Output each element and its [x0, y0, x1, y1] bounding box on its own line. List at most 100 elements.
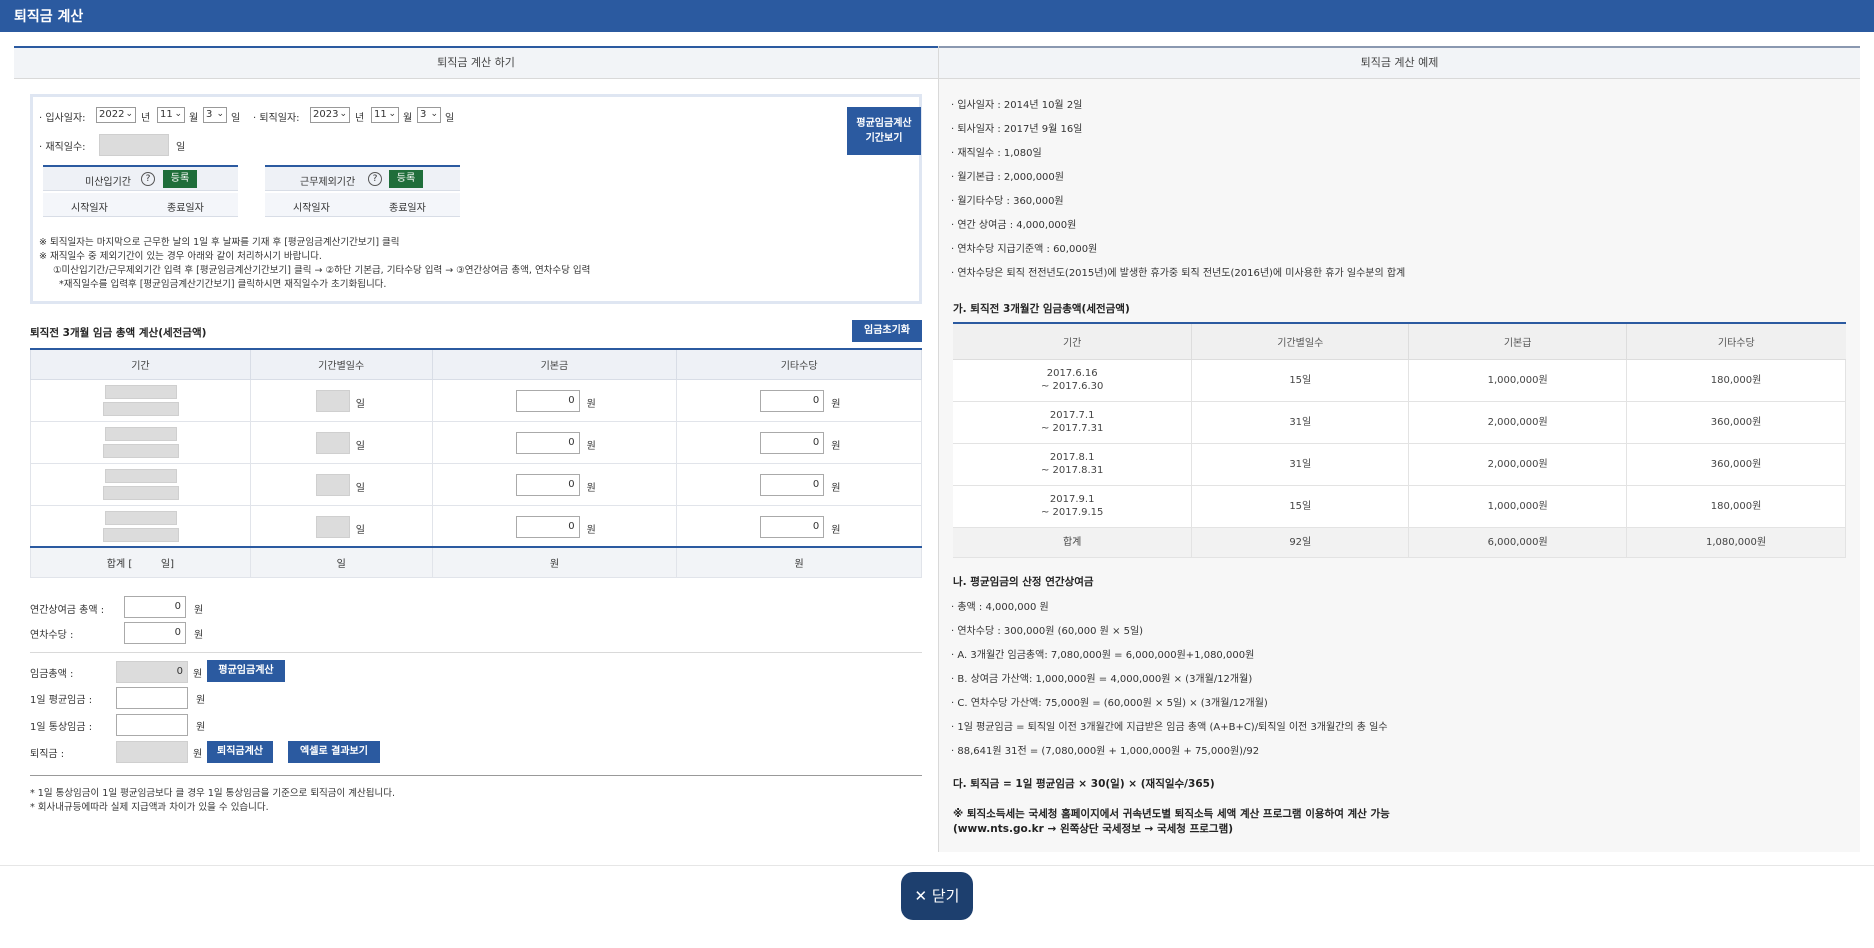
other-pay-input[interactable]: 0 [760, 389, 825, 412]
other-unit: 원 [831, 398, 841, 410]
leave-pay-label: 연차수당 : [30, 630, 74, 641]
period-cell: 2017.9.1 ~ 2017.9.15 [953, 485, 1193, 528]
period-start-field[interactable] [105, 510, 177, 525]
base-pay-input[interactable]: 0 [515, 389, 580, 412]
close-icon: ✕ [914, 887, 928, 905]
example-header: 퇴직금 계산 예제 [939, 46, 1860, 79]
divider [30, 652, 922, 653]
period-cell [30, 378, 251, 422]
calc-line: · B. 상여금 가산액: 1,000,000원 = 4,000,000원 × … [951, 674, 1253, 685]
severance-field[interactable] [116, 741, 188, 763]
close-button[interactable]: ✕ 닫기 [901, 872, 973, 920]
period-end-field[interactable] [103, 485, 179, 500]
footer-divider [0, 865, 1874, 866]
tenure-field[interactable] [99, 134, 169, 156]
period-end-field[interactable] [103, 527, 179, 542]
chevron-down-icon: ⌄ [339, 109, 347, 119]
days-field[interactable] [315, 515, 350, 538]
total-other-cell: 원 [676, 546, 922, 578]
join-year-select[interactable]: 2022 ⌄ [96, 107, 136, 123]
leave-date-label: · 퇴직일자: [253, 113, 300, 124]
base-pay-input[interactable]: 0 [515, 431, 580, 454]
exclude-period-register-button[interactable]: 등록 [163, 170, 197, 188]
other-pay-input[interactable]: 0 [760, 515, 825, 538]
avg-wage-calc-button[interactable]: 평균임금계산 [207, 660, 285, 682]
other-cell: 0원 [676, 420, 922, 464]
total-label: 합계 [ [106, 558, 133, 570]
period-cell [30, 504, 251, 548]
table-row: 2017.7.1 ~ 2017.7.31 31일 2,000,000원 360,0… [953, 401, 1846, 444]
chevron-down-icon: ⌄ [430, 109, 438, 119]
calc-line: · 1일 평균임금 = 퇴직일 이전 3개월간에 지급받은 임금 총액 (A+B… [951, 722, 1388, 733]
table-row: 일 0원 0원 [30, 378, 922, 422]
base-unit: 원 [586, 482, 596, 494]
excel-result-button[interactable]: 엑셀로 결과보기 [288, 741, 380, 763]
leave-day-select[interactable]: 3 ⌄ [417, 107, 441, 123]
period-end-field[interactable] [103, 443, 179, 458]
days-cell: 일 [249, 378, 433, 422]
exclude-period-subhead: 시작일자 종료일자 [43, 193, 238, 217]
severance-label: 퇴직금 : [30, 749, 65, 760]
period-start: 2017.8.1 [1049, 452, 1095, 463]
instruction-note: ※ 재직일수 중 제외기간이 있는 경우 아래와 같이 처리하시기 바랍니다. [39, 251, 322, 262]
period-start-field[interactable] [105, 384, 177, 399]
days-cell: 15일 [1191, 485, 1410, 528]
severance-calc-button[interactable]: 퇴직금계산 [207, 741, 273, 763]
leave-year-select[interactable]: 2023 ⌄ [310, 107, 350, 123]
wage-section-title: 퇴직전 3개월 임금 총액 계산(세전금액) [30, 327, 207, 339]
chevron-down-icon: ⌄ [174, 109, 182, 119]
help-icon[interactable]: ? [368, 172, 382, 186]
join-day-select[interactable]: 3 ⌄ [203, 107, 227, 123]
work-exclude-end-label: 종료일자 [389, 203, 426, 214]
avg-period-button[interactable]: 평균임금계산 기간보기 [847, 107, 921, 155]
wage-table: 기간 기간별일수 기본금 기타수당 일 0원 0원 일 0원 0원 일 0원 0… [30, 348, 922, 578]
daily-avg-unit: 원 [196, 695, 206, 706]
period-start-field[interactable] [105, 468, 177, 483]
work-exclude-start-label: 시작일자 [293, 203, 330, 214]
unit-day: 일 [231, 113, 241, 124]
leave-pay-input[interactable]: 0 [124, 622, 186, 644]
days-cell: 일 [249, 420, 433, 464]
days-field[interactable] [315, 431, 350, 454]
days-cell: 31일 [1191, 401, 1410, 444]
table-row: 일 0원 0원 [30, 420, 922, 464]
join-month-select[interactable]: 11 ⌄ [157, 107, 185, 123]
example-info: · 월기타수당 : 360,000원 [951, 196, 1064, 207]
period-cell: 2017.7.1 ~ 2017.7.31 [953, 401, 1193, 444]
total-other-cell: 1,080,000원 [1626, 527, 1846, 558]
total-label-end: 일] [160, 558, 174, 570]
other-pay-input[interactable]: 0 [760, 473, 825, 496]
base-pay-input[interactable]: 0 [515, 515, 580, 538]
base-cell: 2,000,000원 [1408, 401, 1628, 444]
column-header: 기간별일수 [1191, 322, 1410, 360]
days-cell: 일 [249, 504, 433, 548]
exclude-end-label: 종료일자 [167, 203, 204, 214]
leave-month-select[interactable]: 11 ⌄ [371, 107, 399, 123]
column-header: 기간별일수 [249, 348, 433, 380]
wage-total-field[interactable]: 0 [116, 661, 188, 683]
work-exclude-subhead: 시작일자 종료일자 [265, 193, 460, 217]
period-start-field[interactable] [105, 426, 177, 441]
help-icon[interactable]: ? [141, 172, 155, 186]
join-date-label: · 입사일자: [39, 113, 86, 124]
days-field[interactable] [315, 473, 350, 496]
bonus-unit: 원 [194, 605, 204, 616]
wage-reset-button[interactable]: 임금초기화 [852, 320, 922, 342]
other-pay-input[interactable]: 0 [760, 431, 825, 454]
daily-ordinary-field[interactable] [116, 714, 188, 736]
daily-avg-field[interactable] [116, 687, 188, 709]
period-cell: 2017.6.16 ~ 2017.6.30 [953, 359, 1193, 402]
instruction-note: *재직일수를 입력후 [평균임금계산기간보기] 클릭하시면 재직일수가 초기화됩… [59, 279, 387, 290]
example-info: · 재직일수 : 1,080일 [951, 148, 1042, 159]
instruction-note: ※ 퇴직일자는 마지막으로 근무한 날의 1일 후 날짜를 기재 후 [평균임금… [39, 237, 400, 248]
work-exclude-register-button[interactable]: 등록 [389, 170, 423, 188]
base-pay-input[interactable]: 0 [515, 473, 580, 496]
severance-unit: 원 [193, 749, 203, 760]
bonus-input[interactable]: 0 [124, 596, 186, 618]
other-unit: 원 [831, 440, 841, 452]
tax-note: (www.nts.go.kr → 왼쪽상단 국세정보 → 국세청 프로그램) [953, 823, 1234, 835]
period-end-field[interactable] [103, 401, 179, 416]
table-row: 2017.6.16 ~ 2017.6.30 15일 1,000,000원 180,… [953, 359, 1846, 402]
unit-year: 년 [141, 113, 151, 124]
days-field[interactable] [315, 389, 350, 412]
